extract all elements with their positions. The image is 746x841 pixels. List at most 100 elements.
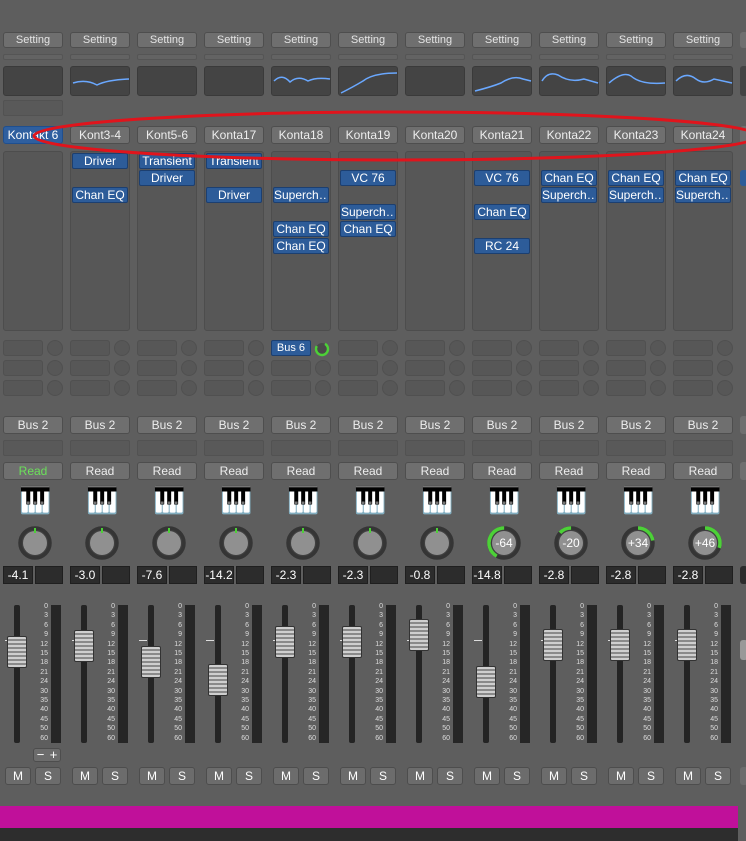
send-level-knob[interactable] xyxy=(313,340,331,358)
send-slot[interactable] xyxy=(3,380,43,396)
add-remove-strip-control[interactable]: − + xyxy=(33,748,61,762)
send-level-knob[interactable] xyxy=(248,380,264,396)
send-slot[interactable] xyxy=(673,380,713,396)
output-slot[interactable]: Bus 2 xyxy=(405,416,465,434)
send-slot[interactable] xyxy=(271,360,311,376)
automation-mode-button[interactable]: Read xyxy=(271,462,331,480)
send-slot[interactable] xyxy=(3,360,43,376)
plugin-slot[interactable]: Transient xyxy=(206,153,262,169)
send-level-knob[interactable] xyxy=(47,360,63,376)
eq-display[interactable] xyxy=(405,66,465,96)
setting-button[interactable]: Setting xyxy=(70,32,130,48)
send-slot[interactable] xyxy=(673,340,713,356)
solo-button[interactable]: S xyxy=(169,767,195,785)
solo-button[interactable]: S xyxy=(638,767,664,785)
send-level-knob[interactable] xyxy=(583,360,599,376)
send-slot[interactable] xyxy=(204,380,244,396)
input-slot[interactable]: Kont5-6 xyxy=(137,126,197,144)
send-level-knob[interactable] xyxy=(114,380,130,396)
volume-fader[interactable] xyxy=(610,629,630,661)
group-slot[interactable] xyxy=(472,440,532,456)
eq-display[interactable] xyxy=(204,66,264,96)
volume-fader[interactable] xyxy=(74,630,94,662)
add-strip-button[interactable]: + xyxy=(47,748,60,761)
automation-mode-button[interactable]: Read xyxy=(3,462,63,480)
output-slot[interactable]: Bus 2 xyxy=(271,416,331,434)
plugin-slot[interactable]: Superch… xyxy=(541,187,597,203)
solo-button[interactable]: S xyxy=(705,767,731,785)
send-level-knob[interactable] xyxy=(315,360,331,376)
group-slot[interactable] xyxy=(204,440,264,456)
output-slot[interactable]: Bus 2 xyxy=(3,416,63,434)
automation-mode-button[interactable]: Read xyxy=(606,462,666,480)
input-slot[interactable]: Konta20 xyxy=(405,126,465,144)
automation-mode-button[interactable]: Read xyxy=(338,462,398,480)
solo-button[interactable]: S xyxy=(303,767,329,785)
setting-button[interactable]: Setting xyxy=(204,32,264,48)
input-slot[interactable]: Kont3-4 xyxy=(70,126,130,144)
plugin-slot[interactable]: Superch… xyxy=(608,187,664,203)
send-slot[interactable] xyxy=(271,380,311,396)
input-slot[interactable]: Konta24 xyxy=(673,126,733,144)
volume-fader[interactable] xyxy=(677,629,697,661)
send-level-knob[interactable] xyxy=(650,340,666,356)
send-slot[interactable] xyxy=(472,340,512,356)
group-slot[interactable] xyxy=(673,440,733,456)
send-level-knob[interactable] xyxy=(181,360,197,376)
automation-mode-button[interactable]: Read xyxy=(472,462,532,480)
input-slot[interactable]: Kontakt 6 xyxy=(3,126,63,144)
send-slot[interactable] xyxy=(673,360,713,376)
send-level-knob[interactable] xyxy=(114,360,130,376)
send-slot[interactable] xyxy=(70,380,110,396)
group-slot[interactable] xyxy=(271,440,331,456)
send-level-knob[interactable] xyxy=(449,340,465,356)
pan-knob[interactable] xyxy=(151,525,187,561)
send-slot[interactable] xyxy=(204,360,244,376)
send-slot[interactable] xyxy=(3,340,43,356)
send-slot[interactable] xyxy=(338,340,378,356)
mute-button[interactable]: M xyxy=(474,767,500,785)
mute-button[interactable]: M xyxy=(541,767,567,785)
plugin-slot[interactable]: Driver xyxy=(206,187,262,203)
volume-fader[interactable] xyxy=(7,636,27,668)
automation-mode-button[interactable]: Read xyxy=(204,462,264,480)
output-slot[interactable]: Bus 2 xyxy=(539,416,599,434)
setting-button[interactable]: Setting xyxy=(673,32,733,48)
send-slot[interactable] xyxy=(539,360,579,376)
pan-knob[interactable] xyxy=(218,525,254,561)
send-level-knob[interactable] xyxy=(315,380,331,396)
solo-button[interactable]: S xyxy=(102,767,128,785)
plugin-slot[interactable]: VC 76 xyxy=(474,170,530,186)
plugin-slot[interactable]: Superch… xyxy=(340,204,396,220)
solo-button[interactable]: S xyxy=(571,767,597,785)
mute-button[interactable]: M xyxy=(206,767,232,785)
eq-display[interactable] xyxy=(673,66,733,96)
input-slot[interactable]: Konta22 xyxy=(539,126,599,144)
setting-button[interactable]: Setting xyxy=(137,32,197,48)
automation-mode-button[interactable]: Read xyxy=(405,462,465,480)
plugin-slot[interactable]: Chan EQ xyxy=(273,221,329,237)
volume-fader[interactable] xyxy=(275,626,295,658)
pan-knob[interactable] xyxy=(17,525,53,561)
eq-display[interactable] xyxy=(271,66,331,96)
mute-button[interactable]: M xyxy=(407,767,433,785)
send-level-knob[interactable] xyxy=(382,380,398,396)
volume-fader[interactable] xyxy=(342,626,362,658)
send-level-knob[interactable] xyxy=(181,340,197,356)
send-slot[interactable] xyxy=(606,340,646,356)
send-level-knob[interactable] xyxy=(449,380,465,396)
setting-button[interactable]: Setting xyxy=(539,32,599,48)
send-level-knob[interactable] xyxy=(717,380,733,396)
eq-display[interactable] xyxy=(338,66,398,96)
send-slot[interactable] xyxy=(137,340,177,356)
send-slot[interactable] xyxy=(70,360,110,376)
partial-mute-button[interactable] xyxy=(740,767,746,785)
plugin-slot[interactable]: VC 76 xyxy=(340,170,396,186)
output-slot[interactable]: Bus 2 xyxy=(673,416,733,434)
mute-button[interactable]: M xyxy=(675,767,701,785)
send-level-knob[interactable] xyxy=(47,380,63,396)
audio-fx-slots[interactable] xyxy=(70,151,130,331)
setting-button[interactable]: Setting xyxy=(3,32,63,48)
send-level-knob[interactable] xyxy=(583,380,599,396)
input-slot[interactable]: Konta18 xyxy=(271,126,331,144)
